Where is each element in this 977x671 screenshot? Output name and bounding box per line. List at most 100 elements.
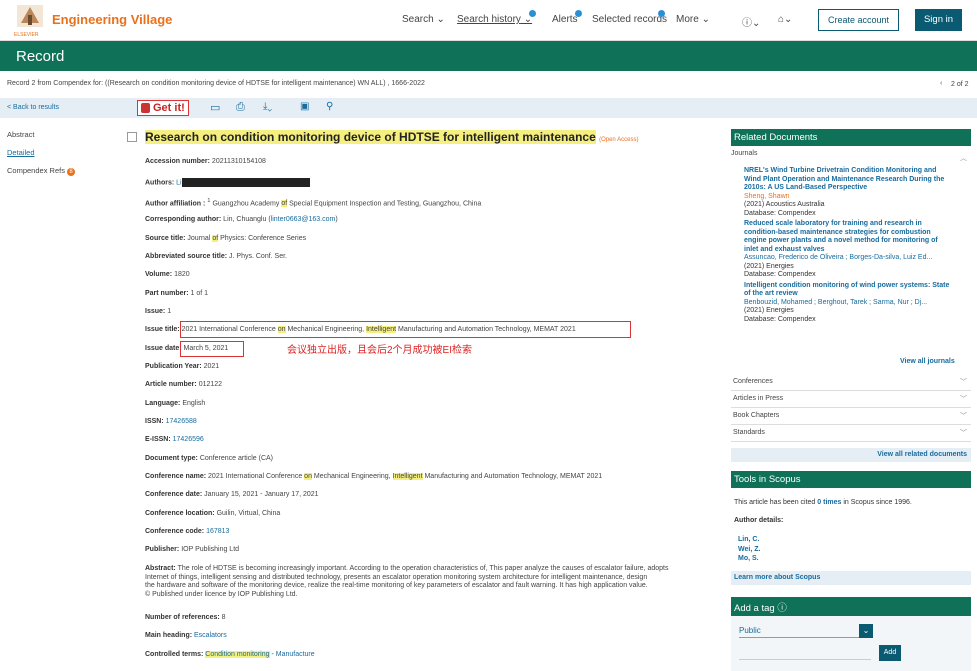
toolbar: < Back to results Get it! ▭ ⎙ ⤓⌄ ▣ ⚲	[0, 98, 977, 118]
part-row: Part number: 1 of 1	[145, 290, 209, 297]
top-bar: ELSEVIER Engineering Village Search ⌄ Se…	[0, 0, 977, 41]
add-tag-header: Add a tag ⓘ	[731, 597, 971, 616]
issue-title-highlight-box	[180, 321, 631, 338]
tag-visibility-select[interactable]: Public	[739, 624, 871, 638]
back-to-results-link[interactable]: < Back to results	[7, 104, 59, 111]
related-documents-header: Related Documents	[731, 129, 971, 146]
chevron-down-icon[interactable]: ⌄	[859, 624, 873, 638]
journals-section[interactable]: Journals ︿	[731, 150, 971, 162]
related-doc-title[interactable]: NREL's Wind Turbine Drivetrain Condition…	[744, 167, 969, 193]
search-icon[interactable]: ⚲	[326, 101, 333, 112]
create-account-button[interactable]: Create account	[818, 9, 899, 31]
open-access-label: (Open Access)	[599, 137, 639, 143]
issue-date-highlight-box	[180, 341, 244, 357]
related-doc-author: Assuncao, Frederico de Oliveira ; Borges…	[744, 254, 933, 261]
left-nav-abstract[interactable]: Abstract	[7, 130, 35, 139]
section-articles-in-press[interactable]: Articles in Press ﹀	[731, 391, 971, 408]
pager-prev-icon[interactable]: ‹	[940, 80, 942, 87]
doctype-row: Document type: Conference article (CA)	[145, 455, 273, 462]
nav-alerts[interactable]: Alerts	[552, 10, 582, 25]
record-info-bar: Record 2 from Compendex for: ((Research …	[0, 78, 977, 94]
sign-in-button[interactable]: Sign in	[915, 9, 962, 31]
save-icon[interactable]: ▣	[300, 101, 309, 112]
affiliation-row: Author affiliation : 1 Guangzhou Academy…	[145, 198, 482, 208]
eissn-row: E-ISSN: 17426596	[145, 436, 204, 443]
confcode-row: Conference code: 167813	[145, 528, 230, 535]
info-icon: ⓘ	[777, 603, 787, 614]
section-conferences[interactable]: Conferences ﹀	[731, 374, 971, 391]
chevron-down-icon: ﹀	[960, 379, 967, 386]
corresponding-row: Corresponding author: Lin, Chuanglu (lin…	[145, 216, 338, 223]
record-title: Research on condition monitoring device …	[145, 130, 639, 144]
article-row: Article number: 012122	[145, 381, 223, 388]
brand-title[interactable]: Engineering Village	[52, 12, 172, 27]
add-tag-button[interactable]: Add	[879, 645, 901, 661]
language-row: Language: English	[145, 400, 206, 407]
chevron-down-icon: ﹀	[960, 396, 967, 403]
accession-row: Accession number: 20211310154108	[145, 158, 266, 165]
publisher-row: Publisher: IOP Publishing Ltd	[145, 546, 240, 553]
related-doc-title[interactable]: Reduced scale laboratory for training an…	[744, 220, 969, 254]
related-doc-db: Database: Compendex	[744, 209, 816, 217]
scopus-header: Tools in Scopus	[731, 471, 971, 488]
refs-count-badge: 8	[67, 168, 76, 176]
get-it-button[interactable]: Get it!	[137, 100, 189, 116]
chevron-up-icon: ︿	[960, 155, 967, 162]
print-icon[interactable]: ⎙	[236, 101, 245, 114]
comment-icon[interactable]: ▭	[210, 101, 220, 114]
confname-row: Conference name: 2021 International Conf…	[145, 473, 603, 480]
view-all-journals-link[interactable]: View all journals	[900, 358, 955, 365]
issn-row: ISSN: 17426588	[145, 418, 197, 425]
chevron-down-icon: ﹀	[960, 413, 967, 420]
page-header: Record	[0, 41, 977, 71]
authors-row: Authors: Li	[145, 178, 310, 187]
get-it-icon	[141, 103, 150, 113]
scopus-cited: This article has been cited 0 times in S…	[734, 499, 912, 506]
related-doc-author: Benbouzid, Mohamed ; Berghout, Tarek ; S…	[744, 298, 928, 306]
related-doc-db: Database: Compendex	[744, 315, 816, 323]
nav-selected-records[interactable]: Selected records	[592, 10, 667, 25]
scopus-author-link[interactable]: Lin, C.	[738, 535, 971, 545]
alerts-badge	[575, 10, 582, 17]
author-details-label: Author details:	[734, 517, 784, 524]
related-doc-source: (2021) Energies	[744, 307, 794, 314]
abbr-row: Abbreviated source title: J. Phys. Conf.…	[145, 253, 287, 260]
download-icon[interactable]: ⤓⌄	[263, 101, 272, 112]
elsevier-logo[interactable]	[15, 3, 45, 35]
selected-badge	[658, 10, 665, 17]
page-title: Record	[16, 48, 65, 65]
learn-scopus-link[interactable]: Learn more about Scopus	[731, 571, 971, 585]
scopus-author-link[interactable]: Mo, S.	[738, 554, 971, 564]
view-all-related-link[interactable]: View all related documents	[731, 448, 971, 462]
tag-input[interactable]	[739, 646, 871, 660]
left-nav-compendex-refs[interactable]: Compendex Refs 8	[7, 166, 76, 176]
add-tag-panel: Public ⌄ Add	[731, 616, 971, 671]
related-doc-source: (2021) Energies	[744, 262, 794, 270]
record-info: Record 2 from Compendex for: ((Research …	[7, 80, 425, 87]
confloc-row: Conference location: Guilin, Virtual, Ch…	[145, 510, 281, 517]
nav-search-history[interactable]: Search history ⌄	[457, 10, 536, 25]
controlled-terms-row: Controlled terms: Condition monitoring -…	[145, 651, 315, 658]
annotation-text: 会议独立出版，且会后2个月成功被EI检索	[287, 345, 473, 356]
section-book-chapters[interactable]: Book Chapters ﹀	[731, 408, 971, 425]
related-docs-list: NREL's Wind Turbine Drivetrain Condition…	[744, 167, 969, 324]
select-checkbox[interactable]	[127, 132, 137, 142]
confdate-row: Conference date: January 15, 2021 - Janu…	[145, 491, 319, 498]
pub-year-row: Publication Year: 2021	[145, 363, 220, 370]
nav-more[interactable]: More ⌄	[676, 14, 710, 25]
issue-row: Issue: 1	[145, 308, 172, 315]
source-row: Source title: Journal of Physics: Confer…	[145, 235, 307, 242]
nav-search[interactable]: Search ⌄	[402, 14, 445, 25]
chevron-down-icon: ﹀	[960, 430, 967, 437]
volume-row: Volume: 1820	[145, 271, 190, 278]
left-nav-detailed[interactable]: Detailed	[7, 148, 35, 157]
help-icon[interactable]: ⓘ⌄	[742, 14, 760, 29]
institution-icon[interactable]: ⌂⌄	[778, 14, 792, 25]
abstract-block: Abstract: The role of HDTSE is becoming …	[145, 565, 669, 598]
scopus-author-link[interactable]: Wei, Z.	[738, 545, 971, 555]
pager: 2 of 2	[951, 81, 969, 88]
numref-row: Number of references: 8	[145, 614, 226, 621]
section-standards[interactable]: Standards ﹀	[731, 425, 971, 442]
related-doc-source: (2021) Acoustics Australia	[744, 201, 825, 208]
related-doc-title[interactable]: Intelligent condition monitoring of wind…	[744, 282, 969, 299]
